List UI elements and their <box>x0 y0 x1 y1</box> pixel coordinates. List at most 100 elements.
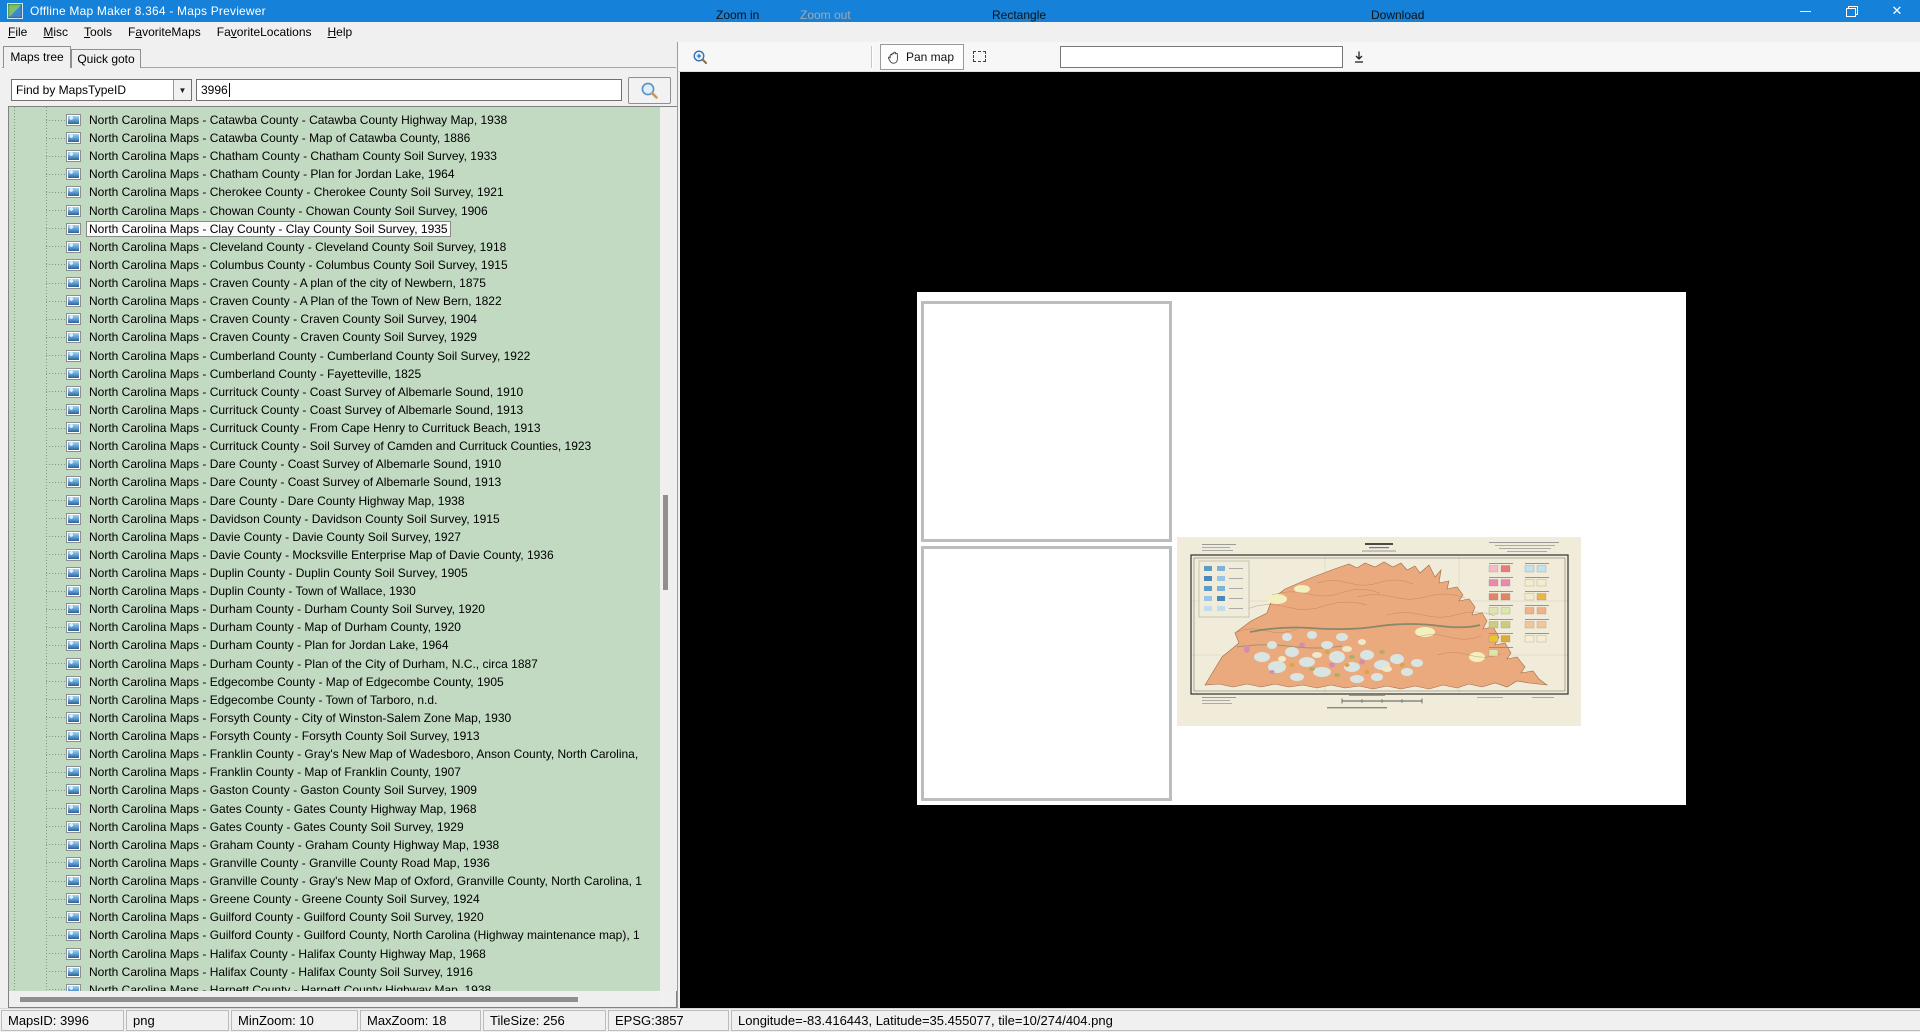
minimize-button[interactable] <box>1782 0 1828 22</box>
menu-favoritemaps[interactable]: FavoriteMaps <box>120 23 209 41</box>
menu-tools[interactable]: Tools <box>76 23 120 41</box>
tree-item[interactable]: North Carolina Maps - Forsyth County - C… <box>9 709 661 727</box>
tree-item[interactable]: North Carolina Maps - Davie County - Moc… <box>9 546 661 564</box>
map-item-icon <box>66 567 81 579</box>
tree-item-label: North Carolina Maps - Franklin County - … <box>89 765 461 780</box>
tree-connector <box>46 808 66 810</box>
tree-connector <box>46 608 66 610</box>
tree-connector <box>46 753 66 755</box>
tree-item[interactable]: North Carolina Maps - Greene County - Gr… <box>9 890 661 908</box>
zoom-in-button[interactable]: Zoom in <box>716 0 759 30</box>
tree-item-label: North Carolina Maps - Durham County - Pl… <box>89 638 449 653</box>
map-item-icon <box>66 730 81 743</box>
map-item-icon <box>66 530 81 543</box>
search-button[interactable] <box>628 77 671 104</box>
tree-vertical-scrollbar-thumb[interactable] <box>663 495 668 590</box>
tree-item[interactable]: North Carolina Maps - Halifax County - H… <box>9 963 661 981</box>
map-item-icon <box>66 476 81 489</box>
tree-item[interactable]: North Carolina Maps - Duplin County - To… <box>9 582 661 600</box>
hand-icon <box>887 50 901 65</box>
tree-item[interactable]: North Carolina Maps - Columbus County - … <box>9 256 661 274</box>
tree-item-label: North Carolina Maps - Durham County - Du… <box>89 602 485 617</box>
tree-connector <box>46 427 66 429</box>
menu-bar: File Misc Tools FavoriteMaps FavoriteLocatio… <box>0 22 1920 42</box>
tab-maps-tree[interactable]: Maps tree <box>3 46 71 68</box>
tree-item[interactable]: North Carolina Maps - Dare County - Coas… <box>9 473 661 491</box>
tree-item[interactable]: North Carolina Maps - Gaston County - Ga… <box>9 781 661 799</box>
tree-connector <box>46 663 66 665</box>
pan-map-button[interactable]: Pan map <box>880 44 964 70</box>
tree-item[interactable]: North Carolina Maps - Durham County - Du… <box>9 600 661 618</box>
tree-item-label: North Carolina Maps - Chatham County - C… <box>89 149 497 164</box>
tree-item[interactable]: North Carolina Maps - Cherokee County - … <box>9 183 661 201</box>
tree-item[interactable]: North Carolina Maps - Catawba County - C… <box>9 111 661 129</box>
tree-item[interactable]: North Carolina Maps - Forsyth County - F… <box>9 727 661 745</box>
tree-item-label: North Carolina Maps - Chatham County - P… <box>89 167 455 182</box>
tree-item[interactable]: North Carolina Maps - Chowan County - Ch… <box>9 202 661 220</box>
tree-item[interactable]: North Carolina Maps - Cleveland County -… <box>9 238 661 256</box>
tree-item[interactable]: North Carolina Maps - Edgecombe County -… <box>9 691 661 709</box>
menu-favoritelocations[interactable]: FavoriteLocations <box>209 23 320 41</box>
tree-item[interactable]: North Carolina Maps - Craven County - A … <box>9 274 661 292</box>
map-item-icon <box>66 784 81 797</box>
map-item-icon <box>66 277 81 290</box>
tree-item[interactable]: North Carolina Maps - Gates County - Gat… <box>9 800 661 818</box>
tree-item[interactable]: North Carolina Maps - Craven County - Cr… <box>9 328 661 346</box>
tree-item[interactable]: North Carolina Maps - Currituck County -… <box>9 437 661 455</box>
tree-item[interactable]: North Carolina Maps - Durham County - Pl… <box>9 655 661 673</box>
map-item-icon <box>66 295 81 308</box>
tree-item[interactable]: North Carolina Maps - Cumberland County … <box>9 347 661 365</box>
map-item-icon <box>66 875 81 888</box>
tree-item[interactable]: North Carolina Maps - Davidson County - … <box>9 510 661 528</box>
menu-misc[interactable]: Misc <box>35 23 76 41</box>
menu-help[interactable]: Help <box>320 23 361 41</box>
tree-item[interactable]: North Carolina Maps - Dare County - Dare… <box>9 492 661 510</box>
tree-item[interactable]: North Carolina Maps - Durham County - Ma… <box>9 618 661 636</box>
tree-item[interactable]: North Carolina Maps - Craven County - Cr… <box>9 310 661 328</box>
tree-item[interactable]: North Carolina Maps - Franklin County - … <box>9 763 661 781</box>
tree-item[interactable]: North Carolina Maps - Catawba County - M… <box>9 129 661 147</box>
tree-item[interactable]: North Carolina Maps - Chatham County - P… <box>9 165 661 183</box>
map-item-icon <box>66 548 81 561</box>
tree-item[interactable]: North Carolina Maps - Guilford County - … <box>9 926 661 944</box>
maximize-button[interactable] <box>1828 0 1874 22</box>
tree-item[interactable]: North Carolina Maps - Cumberland County … <box>9 365 661 383</box>
tab-quick-goto[interactable]: Quick goto <box>71 49 141 68</box>
tree-item[interactable]: North Carolina Maps - Granville County -… <box>9 854 661 872</box>
search-input[interactable]: 3996 <box>196 79 622 101</box>
tree-item[interactable]: North Carolina Maps - Craven County - A … <box>9 292 661 310</box>
tree-item[interactable]: North Carolina Maps - Davie County - Dav… <box>9 528 661 546</box>
status-bar: MapsID: 3996 png MinZoom: 10 MaxZoom: 18 Til… <box>0 1008 1920 1032</box>
tree-item[interactable]: North Carolina Maps - Halifax County - H… <box>9 945 661 963</box>
toolbar-text-input[interactable] <box>1060 46 1343 68</box>
tree-item[interactable]: North Carolina Maps - Granville County -… <box>9 872 661 890</box>
tree-item[interactable]: North Carolina Maps - Gates County - Gat… <box>9 818 661 836</box>
rectangle-button[interactable]: Rectangle <box>992 0 1046 30</box>
menu-file[interactable]: File <box>0 23 35 41</box>
map-viewport[interactable] <box>680 72 1920 1008</box>
tree-connector <box>46 481 66 483</box>
tree-item[interactable]: North Carolina Maps - Franklin County - … <box>9 745 661 763</box>
download-button[interactable]: Download <box>1371 0 1424 30</box>
maps-tree-list[interactable]: North Carolina Maps - Catawba County - C… <box>9 107 661 991</box>
tree-item[interactable]: North Carolina Maps - Currituck County -… <box>9 383 661 401</box>
chevron-down-icon[interactable]: ▼ <box>173 80 191 100</box>
tree-item[interactable]: North Carolina Maps - Graham County - Gr… <box>9 836 661 854</box>
tree-item[interactable]: North Carolina Maps - Chatham County - C… <box>9 147 661 165</box>
tree-item[interactable]: North Carolina Maps - Duplin County - Du… <box>9 564 661 582</box>
panel-splitter[interactable] <box>677 42 678 1008</box>
find-by-dropdown[interactable]: Find by MapsTypeID ▼ <box>11 79 192 101</box>
map-item-icon <box>66 965 81 978</box>
tree-item-label: North Carolina Maps - Catawba County - M… <box>89 131 471 146</box>
tree-item[interactable]: North Carolina Maps - Harnett County - H… <box>9 981 661 991</box>
tree-item[interactable]: North Carolina Maps - Currituck County -… <box>9 401 661 419</box>
tree-item[interactable]: North Carolina Maps - Durham County - Pl… <box>9 636 661 654</box>
close-button[interactable]: ✕ <box>1874 0 1920 22</box>
tree-item[interactable]: North Carolina Maps - Clay County - Clay… <box>9 220 661 238</box>
tree-item[interactable]: North Carolina Maps - Currituck County -… <box>9 419 661 437</box>
tree-item[interactable]: North Carolina Maps - Guilford County - … <box>9 908 661 926</box>
tree-item[interactable]: North Carolina Maps - Dare County - Coas… <box>9 455 661 473</box>
tree-horizontal-scrollbar-thumb[interactable] <box>20 997 578 1002</box>
tree-item[interactable]: North Carolina Maps - Edgecombe County -… <box>9 673 661 691</box>
tree-item-label: North Carolina Maps - Harnett County - H… <box>89 982 492 991</box>
